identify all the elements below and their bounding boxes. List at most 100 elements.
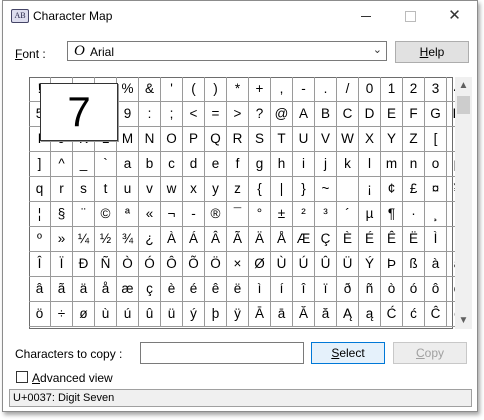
character-cell[interactable]: ³: [315, 202, 337, 227]
character-cell[interactable]: N: [139, 127, 161, 152]
character-cell[interactable]: e: [205, 152, 227, 177]
character-cell[interactable]: U: [293, 127, 315, 152]
character-cell[interactable]: û: [139, 302, 161, 327]
character-cell[interactable]: Ð: [73, 252, 95, 277]
character-cell[interactable]: <: [183, 102, 205, 127]
character-cell[interactable]: ¯: [227, 202, 249, 227]
character-cell[interactable]: w: [161, 177, 183, 202]
character-cell[interactable]: ;: [161, 102, 183, 127]
character-cell[interactable]: ç: [139, 277, 161, 302]
character-cell[interactable]: â: [29, 277, 51, 302]
character-cell[interactable]: Ì: [425, 227, 447, 252]
character-cell[interactable]: M: [117, 127, 139, 152]
character-cell[interactable]: ¬: [161, 202, 183, 227]
character-cell[interactable]: ×: [227, 252, 249, 277]
character-cell[interactable]: G: [425, 102, 447, 127]
character-cell[interactable]: b: [139, 152, 161, 177]
character-cell[interactable]: -: [183, 202, 205, 227]
title-bar[interactable]: AB Character Map ✕: [3, 1, 477, 31]
character-cell[interactable]: `: [95, 152, 117, 177]
character-cell[interactable]: a: [117, 152, 139, 177]
character-cell[interactable]: è: [161, 277, 183, 302]
character-cell[interactable]: O: [161, 127, 183, 152]
character-cell[interactable]: B: [315, 102, 337, 127]
character-cell[interactable]: m: [381, 152, 403, 177]
character-cell[interactable]: _: [73, 152, 95, 177]
character-cell[interactable]: +: [249, 77, 271, 102]
advanced-view-label[interactable]: Advanced view: [32, 371, 113, 385]
character-cell[interactable]: ¦: [29, 202, 51, 227]
character-cell[interactable]: ô: [425, 277, 447, 302]
character-cell[interactable]: ': [161, 77, 183, 102]
character-cell[interactable]: ©: [95, 202, 117, 227]
character-cell[interactable]: Ï: [51, 252, 73, 277]
character-cell[interactable]: ć: [403, 302, 425, 327]
character-cell[interactable]: É: [359, 227, 381, 252]
character-cell[interactable]: X: [359, 127, 381, 152]
character-cell[interactable]: .: [315, 77, 337, 102]
character-cell[interactable]: î: [293, 277, 315, 302]
character-cell[interactable]: i: [293, 152, 315, 177]
maximize-button[interactable]: [388, 1, 433, 31]
scroll-thumb[interactable]: [457, 96, 470, 114]
character-cell[interactable]: s: [73, 177, 95, 202]
minimize-button[interactable]: [343, 1, 388, 31]
character-cell[interactable]: Þ: [381, 252, 403, 277]
character-cell[interactable]: f: [227, 152, 249, 177]
character-cell[interactable]: >: [227, 102, 249, 127]
character-cell[interactable]: d: [183, 152, 205, 177]
character-cell[interactable]: V: [315, 127, 337, 152]
character-cell[interactable]: ā: [271, 302, 293, 327]
character-cell[interactable]: Á: [183, 227, 205, 252]
character-cell[interactable]: ù: [95, 302, 117, 327]
character-cell[interactable]: F: [403, 102, 425, 127]
character-cell[interactable]: Ù: [271, 252, 293, 277]
character-cell[interactable]: }: [293, 177, 315, 202]
character-cell[interactable]: =: [205, 102, 227, 127]
character-cell[interactable]: ¶: [381, 202, 403, 227]
character-cell[interactable]: Y: [381, 127, 403, 152]
character-cell[interactable]: D: [359, 102, 381, 127]
character-cell[interactable]: A: [293, 102, 315, 127]
character-cell[interactable]: [: [425, 127, 447, 152]
character-cell[interactable]: y: [205, 177, 227, 202]
character-cell[interactable]: z: [227, 177, 249, 202]
character-cell[interactable]: ´: [337, 202, 359, 227]
character-cell[interactable]: Ë: [403, 227, 425, 252]
advanced-view-checkbox[interactable]: [16, 371, 28, 383]
character-cell[interactable]: Æ: [293, 227, 315, 252]
character-cell[interactable]: ÿ: [227, 302, 249, 327]
character-cell[interactable]: ê: [205, 277, 227, 302]
character-cell[interactable]: ą: [359, 302, 381, 327]
font-dropdown[interactable]: O Arial ⌄: [67, 41, 387, 61]
character-cell[interactable]: Ñ: [95, 252, 117, 277]
character-cell[interactable]: Ĉ: [425, 302, 447, 327]
character-cell[interactable]: ¤: [425, 177, 447, 202]
character-cell[interactable]: ): [205, 77, 227, 102]
character-cell[interactable]: :: [139, 102, 161, 127]
character-cell[interactable]: ï: [315, 277, 337, 302]
character-cell[interactable]: P: [183, 127, 205, 152]
character-cell[interactable]: Ò: [117, 252, 139, 277]
character-cell[interactable]: {: [249, 177, 271, 202]
character-cell[interactable]: c: [161, 152, 183, 177]
character-cell[interactable]: å: [95, 277, 117, 302]
character-cell[interactable]: /: [337, 77, 359, 102]
character-cell[interactable]: 1: [381, 77, 403, 102]
character-cell[interactable]: E: [381, 102, 403, 127]
character-cell[interactable]: ó: [403, 277, 425, 302]
character-cell[interactable]: Ą: [337, 302, 359, 327]
character-cell[interactable]: ¾: [117, 227, 139, 252]
character-cell[interactable]: ã: [51, 277, 73, 302]
character-cell[interactable]: Ć: [381, 302, 403, 327]
character-cell[interactable]: ,: [271, 77, 293, 102]
character-cell[interactable]: À: [161, 227, 183, 252]
character-cell[interactable]: k: [337, 152, 359, 177]
character-cell[interactable]: Ç: [315, 227, 337, 252]
character-cell[interactable]: ü: [161, 302, 183, 327]
character-cell[interactable]: ~: [315, 177, 337, 202]
character-cell[interactable]: ò: [381, 277, 403, 302]
character-cell[interactable]: u: [117, 177, 139, 202]
character-cell[interactable]: º: [29, 227, 51, 252]
character-cell[interactable]: g: [249, 152, 271, 177]
